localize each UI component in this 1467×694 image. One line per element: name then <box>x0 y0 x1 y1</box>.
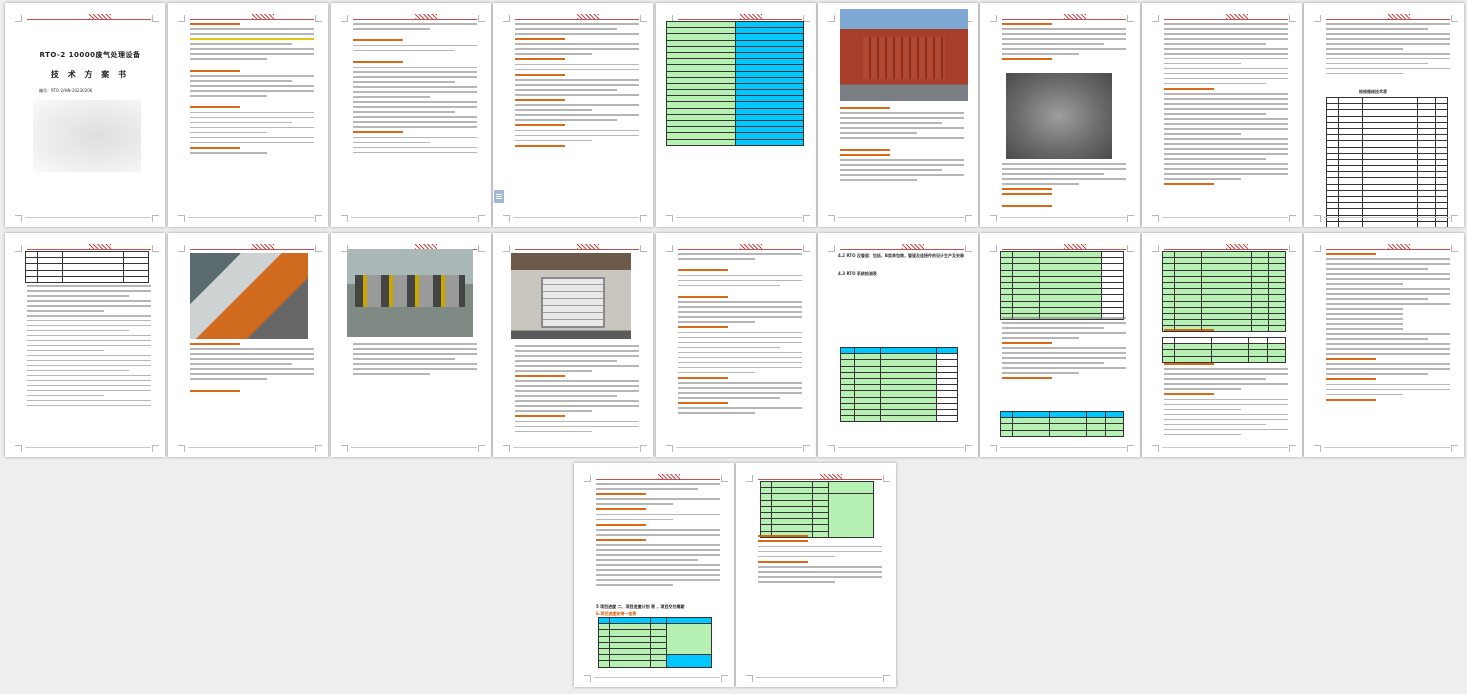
document-page-8[interactable] <box>1142 3 1302 227</box>
document-page-16[interactable] <box>980 233 1140 457</box>
equipment-table-2 <box>999 410 1125 437</box>
equipment-photo <box>1006 73 1112 159</box>
cover-heading: 技 术 方 案 书 <box>50 70 130 79</box>
document-page-9[interactable]: 检修维修技术表 <box>1304 3 1464 227</box>
page-text <box>840 107 964 184</box>
page-text <box>596 483 720 596</box>
page-text <box>190 343 314 395</box>
fan-photo <box>190 253 308 339</box>
page-text <box>678 253 802 417</box>
page-header <box>1326 243 1450 250</box>
page-text <box>758 535 882 586</box>
page-text <box>1002 163 1126 210</box>
page-text <box>1002 23 1126 64</box>
parts-table-2 <box>1161 336 1287 363</box>
page-text <box>1164 329 1288 334</box>
page-header <box>1002 243 1126 250</box>
page-text <box>1164 23 1288 188</box>
document-page-2[interactable] <box>168 3 328 227</box>
maintenance-table <box>1325 96 1449 227</box>
page-text <box>515 23 639 150</box>
page-header <box>1164 243 1288 250</box>
table-title: 检修维修技术表 <box>1359 89 1387 94</box>
parts-table <box>1161 250 1287 333</box>
document-page-13[interactable] <box>493 233 653 457</box>
document-page-18[interactable] <box>1304 233 1464 457</box>
page-header <box>678 13 802 20</box>
document-page-1[interactable]: RTO-2 10000废气处理设备 技 术 方 案 书 编号：RTO-2/HN-… <box>5 3 165 227</box>
cover-number: 编号：RTO-2/HN-20230206 <box>39 88 93 93</box>
page-text <box>1326 253 1450 404</box>
schedule-table-cont <box>759 480 875 538</box>
page-header <box>1164 13 1288 20</box>
page-header <box>515 243 639 250</box>
section-heading: 5 项目进度 二、项目进度计划 表 ，项目交付周期 <box>596 604 685 609</box>
document-page-10[interactable] <box>5 233 165 457</box>
pumps-photo <box>347 249 473 337</box>
document-page-5[interactable] <box>656 3 816 227</box>
document-page-11[interactable] <box>168 233 328 457</box>
page-header <box>190 243 314 250</box>
page-text <box>353 23 477 157</box>
document-page-17[interactable] <box>1142 233 1302 457</box>
page-header <box>596 473 720 480</box>
cover-title: RTO-2 10000废气处理设备 <box>39 51 141 59</box>
document-page-6[interactable] <box>818 3 978 227</box>
page-text <box>1002 317 1126 383</box>
page-header <box>27 243 151 250</box>
section-heading: 4.3 RTO 系统检测表 <box>838 271 877 276</box>
page-header <box>1326 13 1450 20</box>
cover-watermark-image <box>33 100 141 172</box>
page-text <box>1326 23 1450 78</box>
page-text <box>27 285 151 410</box>
page-header <box>840 243 964 250</box>
document-page-19[interactable]: 5 项目进度 二、项目进度计划 表 ，项目交付周期 6.项目进度安排一览表 <box>574 463 734 687</box>
page-header <box>190 13 314 20</box>
page-header <box>515 13 639 20</box>
document-page-14[interactable] <box>656 233 816 457</box>
document-page-15[interactable]: 4.2 RTO 及管道：包括、B类承包商，管道及连接件的设计生产及安装 4.3 … <box>818 233 978 457</box>
page-text <box>515 345 639 436</box>
spec-table <box>666 20 804 146</box>
document-page-7[interactable] <box>980 3 1140 227</box>
cabinet-photo <box>511 253 631 339</box>
document-icon <box>494 190 504 203</box>
equipment-table <box>999 250 1125 321</box>
page-header <box>353 13 477 20</box>
document-page-12[interactable] <box>331 233 491 457</box>
schedule-table <box>597 616 713 668</box>
page-text <box>353 343 477 378</box>
maintenance-table <box>24 250 149 283</box>
rto-checklist-table <box>839 346 959 423</box>
document-page-20[interactable] <box>736 463 896 687</box>
page-text <box>190 23 314 157</box>
page-text <box>1164 363 1288 439</box>
page-header <box>27 13 151 20</box>
page-header <box>1002 13 1126 20</box>
document-page-4[interactable] <box>493 3 653 227</box>
page-header <box>758 473 882 480</box>
document-page-3[interactable] <box>331 3 491 227</box>
section-heading: 4.2 RTO 及管道：包括、B类承包商，管道及连接件的设计生产及安装 <box>838 253 964 258</box>
equipment-photo <box>840 9 968 101</box>
page-header <box>678 243 802 250</box>
